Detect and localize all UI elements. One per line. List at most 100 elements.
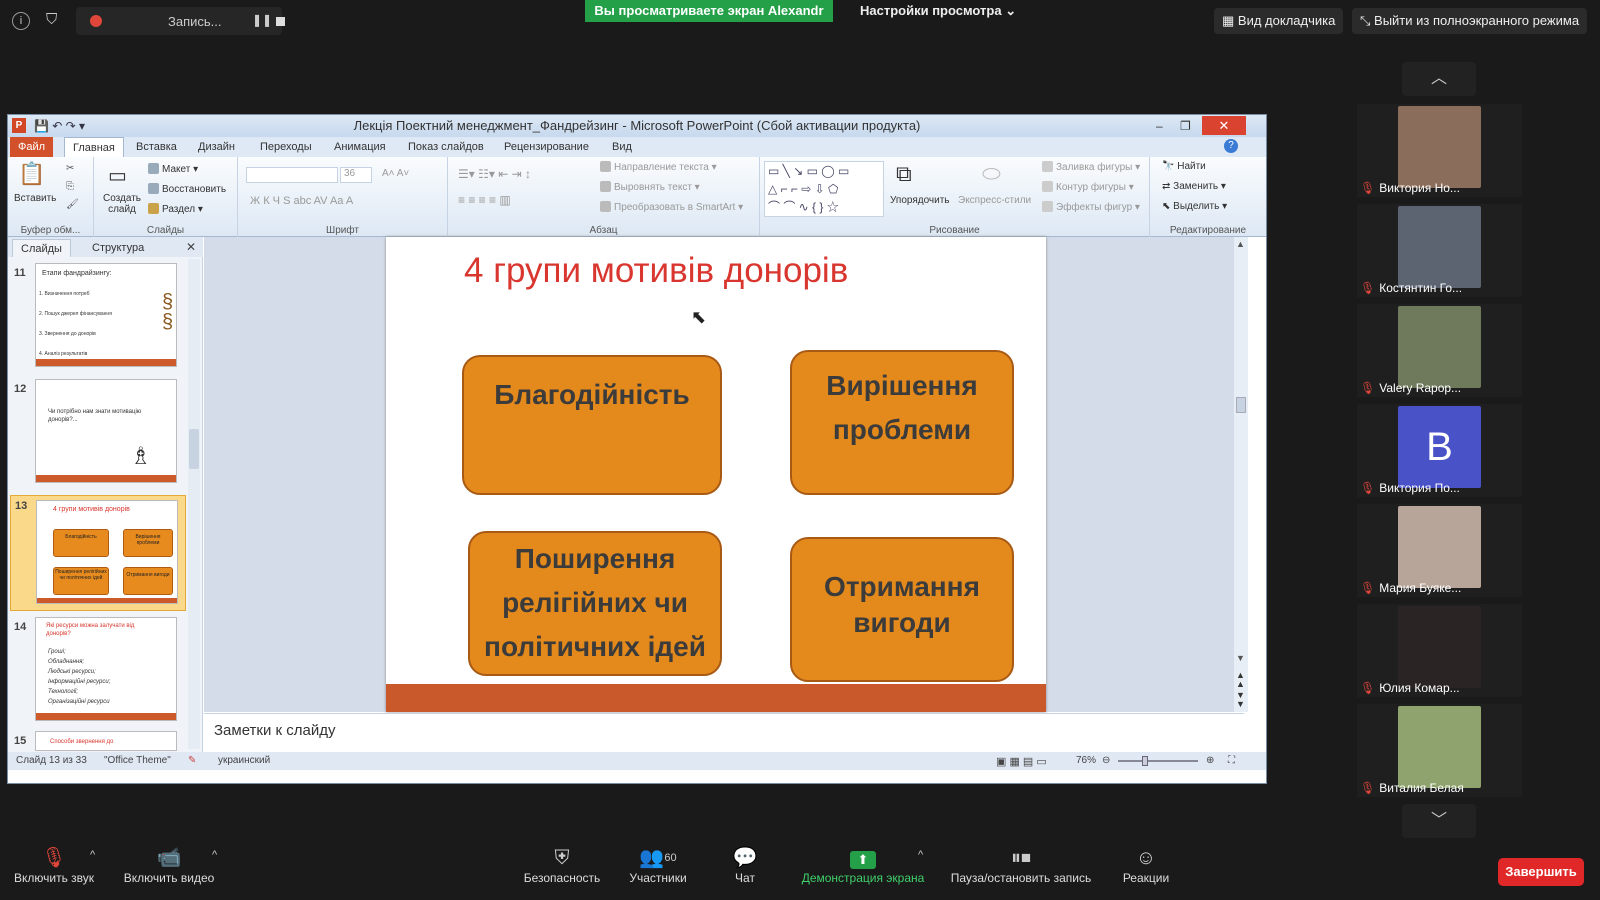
spellcheck-icon[interactable]: ✎	[188, 755, 196, 766]
tab-view[interactable]: Вид	[604, 137, 640, 157]
format-painter-icon[interactable]: 🖌	[66, 199, 79, 210]
video-options-caret-icon[interactable]: ^	[212, 849, 217, 861]
participant-tile[interactable]: 🎙 Юлия Комар...	[1357, 604, 1522, 697]
slide-thumbnail-14[interactable]: 14 Які ресурси можна залучати від донорі…	[8, 617, 188, 727]
audio-options-caret-icon[interactable]: ^	[90, 849, 95, 861]
reactions-button[interactable]: ☺ Реакции	[1118, 845, 1174, 885]
end-meeting-button[interactable]: Завершить	[1498, 858, 1584, 886]
zoom-in-icon[interactable]: ⊕	[1206, 755, 1214, 766]
zoom-slider-thumb[interactable]	[1142, 756, 1148, 766]
zoom-slider[interactable]	[1118, 760, 1198, 762]
tab-slideshow[interactable]: Показ слайдов	[400, 137, 492, 157]
reset-button[interactable]: Восстановить	[148, 183, 226, 195]
tab-animation[interactable]: Анимация	[326, 137, 394, 157]
list-icons[interactable]: ☰▾ ☷▾ ⇤ ⇥ ↕	[458, 167, 531, 181]
close-pane-icon[interactable]: ✕	[186, 240, 196, 254]
tab-home[interactable]: Главная	[64, 137, 124, 157]
scrollbar-thumb[interactable]	[1236, 397, 1246, 413]
exit-fullscreen-button[interactable]: ⤡ Выйти из полноэкранного режима	[1352, 8, 1588, 34]
pause-record-button[interactable]: ⏸⏹ Пауза/остановить запись	[942, 845, 1100, 885]
tab-transitions[interactable]: Переходы	[252, 137, 320, 157]
participant-tile[interactable]: 🎙 Костянтин Го...	[1357, 204, 1522, 297]
zoom-out-icon[interactable]: ⊖	[1102, 755, 1110, 766]
copy-icon[interactable]: ⎘	[66, 181, 74, 192]
arrange-icon[interactable]: ⧉	[896, 161, 912, 187]
close-icon[interactable]: ✕	[1202, 116, 1246, 135]
scrollbar-thumb[interactable]	[189, 429, 199, 469]
layout-button[interactable]: Макет ▾	[148, 163, 198, 175]
new-slide-icon[interactable]: ▭	[108, 163, 127, 188]
tab-slides[interactable]: Слайды	[12, 239, 71, 257]
tab-review[interactable]: Рецензирование	[496, 137, 597, 157]
align-icons[interactable]: ≡ ≡ ≡ ≡ ▥	[458, 193, 511, 207]
pause-icon[interactable]: ❚❚	[252, 13, 272, 27]
gallery-up-button[interactable]: ︿	[1402, 62, 1476, 96]
slide-box-benefit[interactable]: Отримання вигоди	[790, 537, 1014, 682]
quick-styles-icon[interactable]: ⬭	[982, 161, 1001, 187]
minimize-icon[interactable]: –	[1156, 115, 1163, 137]
slide-thumbnail-13[interactable]: 13 4 групи мотивів донорів Благодійність…	[10, 495, 186, 611]
font-family-select[interactable]	[246, 167, 338, 183]
slide-title[interactable]: 4 групи мотивів донорів	[464, 251, 848, 291]
view-buttons[interactable]: ▣ ▦ ▤ ▭	[996, 755, 1047, 768]
section-button[interactable]: Раздел ▾	[148, 203, 203, 215]
language[interactable]: украинский	[218, 755, 270, 766]
participant-tile[interactable]: 🎙 Виктория Но...	[1357, 104, 1522, 197]
paste-button[interactable]: Вставить	[14, 193, 56, 204]
notes-area[interactable]: Заметки к слайду	[204, 713, 1244, 751]
view-options-button[interactable]: Настройки просмотра ⌄	[860, 0, 1016, 22]
scroll-down-icon[interactable]: ▼	[1236, 653, 1245, 663]
slide-box-ideas[interactable]: Поширення релігійних чи політичних ідей	[468, 531, 722, 676]
replace-button[interactable]: ⇄ Заменить ▾	[1162, 181, 1226, 192]
align-text-button[interactable]: Выровнять текст ▾	[600, 181, 700, 193]
security-button[interactable]: ⛨ Безопасность	[518, 845, 606, 885]
slide-thumbnail-11[interactable]: 11 Етапи фандрайзингу: 1. Визначення пот…	[8, 263, 188, 373]
shape-outline-button[interactable]: Контур фигуры ▾	[1042, 181, 1134, 193]
slide-box-charity[interactable]: Благодійність	[462, 355, 722, 495]
participant-tile[interactable]: 🎙 Мария Буяке...	[1357, 504, 1522, 597]
current-slide[interactable]: 4 групи мотивів донорів Благодійність Ви…	[386, 237, 1046, 712]
speaker-view-button[interactable]: ▦ Вид докладчика	[1214, 8, 1344, 34]
fit-window-icon[interactable]: ⛶	[1228, 755, 1235, 766]
participants-button[interactable]: 👥60 Участники	[618, 845, 698, 885]
quick-styles-button[interactable]: Экспресс-стили	[958, 195, 1031, 206]
share-screen-button[interactable]: ⬆ Демонстрация экрана	[796, 845, 930, 885]
paste-icon[interactable]: 📋	[18, 161, 45, 187]
zoom-level[interactable]: 76%	[1076, 755, 1096, 766]
smartart-button[interactable]: Преобразовать в SmartArt ▾	[600, 201, 743, 213]
cut-icon[interactable]: ✂	[66, 163, 74, 174]
help-icon[interactable]: ?	[1224, 139, 1238, 153]
select-button[interactable]: ⬉ Выделить ▾	[1162, 201, 1227, 212]
shape-fill-button[interactable]: Заливка фигуры ▾	[1042, 161, 1140, 173]
share-options-caret-icon[interactable]: ^	[918, 849, 923, 861]
shield-icon[interactable]: ⛉	[46, 11, 57, 28]
prev-slide-icon[interactable]: ▲ ▲	[1236, 671, 1245, 689]
slide-box-problem-solving[interactable]: Вирішення проблеми	[790, 350, 1014, 495]
start-video-button[interactable]: 📹 Включить видео	[116, 845, 222, 885]
new-slide-button[interactable]: Создать слайд	[100, 193, 144, 215]
tab-insert[interactable]: Вставка	[128, 137, 185, 157]
participant-tile[interactable]: B 🎙 Виктория По...	[1357, 404, 1522, 497]
unmute-button[interactable]: 🎙 Включить звук	[8, 845, 100, 885]
quick-access-icons[interactable]: 💾 ↶ ↷ ▾	[34, 115, 85, 137]
slide-thumbnail-15[interactable]: 15 Способи звернення до	[8, 731, 188, 751]
arrange-button[interactable]: Упорядочить	[890, 195, 950, 206]
restore-icon[interactable]: ❐	[1180, 115, 1191, 137]
tab-file[interactable]: Файл	[10, 137, 54, 157]
slide-thumbnail-12[interactable]: 12 Чи потрібно нам знати мотивацію донор…	[8, 379, 188, 489]
shape-effects-button[interactable]: Эффекты фигур ▾	[1042, 201, 1140, 213]
font-grow-icon[interactable]: A˄ A˅	[382, 168, 409, 179]
chat-button[interactable]: 💬 Чат	[720, 845, 770, 885]
font-format-icons[interactable]: Ж К Ч S abc AV Aa A	[250, 195, 353, 207]
next-slide-icon[interactable]: ▼ ▼	[1236, 691, 1245, 709]
stop-icon[interactable]	[276, 17, 285, 26]
participant-tile[interactable]: 🎙 Виталия Белая	[1357, 704, 1522, 797]
find-button[interactable]: 🔭 Найти	[1162, 161, 1206, 172]
scroll-up-icon[interactable]: ▲	[1236, 239, 1245, 249]
font-size-select[interactable]: 36	[340, 167, 372, 183]
gallery-down-button[interactable]: ﹀	[1402, 804, 1476, 838]
info-icon[interactable]: i	[12, 12, 30, 30]
tab-outline[interactable]: Структура	[84, 239, 152, 257]
shapes-gallery[interactable]: ▭ ╲ ↘ ▭ ◯ ▭ △ ⌐ ⌐ ⇨ ⇩ ⬠ ⌒ ⌒ ∿ { } ☆	[764, 161, 884, 217]
slide-scrollbar[interactable]: ▲ ▼ ▲ ▲ ▼ ▼	[1234, 237, 1248, 712]
